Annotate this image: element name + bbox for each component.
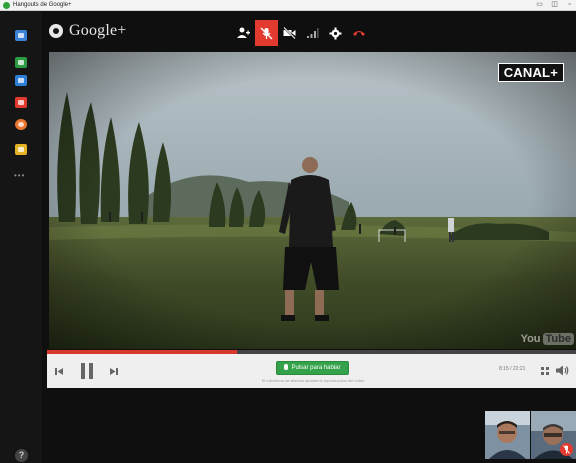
settings-icon [329, 27, 342, 40]
settings-button[interactable] [324, 20, 347, 46]
capture-icon[interactable] [15, 75, 27, 86]
microphone-muted-icon [563, 445, 570, 454]
close-button[interactable]: ▫ [564, 0, 575, 10]
video-frame [49, 52, 576, 349]
participant-1-video [485, 411, 530, 459]
playback-time: 8:15 / 22:21 [499, 366, 526, 372]
participant-thumbnail[interactable] [531, 411, 576, 459]
pause-icon[interactable] [80, 363, 94, 379]
photos-icon[interactable] [15, 144, 27, 155]
youtube-watermark[interactable]: You Tube [521, 333, 574, 345]
video-player[interactable]: CANAL+ You Tube [49, 52, 576, 349]
screenshare-icon[interactable] [15, 57, 27, 68]
end-call-icon [353, 31, 365, 36]
hangouts-logo-icon [49, 24, 63, 38]
mute-microphone-button[interactable] [255, 20, 278, 46]
chat-icon[interactable] [15, 30, 27, 41]
apps-sidebar: ••• ? [0, 11, 42, 463]
brand-name: Google+ [69, 22, 127, 39]
participant-thumbnail[interactable] [485, 411, 530, 459]
previous-icon[interactable] [55, 367, 64, 376]
push-to-talk-label: Pulsar para hablar [291, 365, 341, 371]
effects-icon[interactable] [15, 119, 27, 130]
invite-people-icon [237, 27, 250, 38]
bandwidth-button[interactable] [301, 20, 324, 46]
youtube-icon[interactable] [15, 97, 27, 108]
window-title-bar: Hangouts de Google+ ▭ ◫ ▫ [0, 0, 576, 11]
camera-off-button[interactable] [278, 20, 301, 46]
hangouts-app-icon [3, 2, 10, 9]
help-button[interactable]: ? [15, 449, 28, 462]
channel-logo: CANAL+ [497, 63, 564, 82]
camera-off-icon [283, 27, 296, 39]
volume-icon[interactable] [556, 365, 569, 376]
next-icon[interactable] [109, 367, 118, 376]
microphone-muted-icon [260, 27, 273, 40]
youtube-watermark-tube: Tube [542, 333, 574, 345]
bandwidth-icon [307, 28, 319, 38]
push-to-talk-button[interactable]: Pulsar para hablar [276, 361, 349, 375]
call-controls [232, 20, 370, 46]
more-apps-button[interactable]: ••• [14, 171, 25, 180]
push-to-talk-hint: El micrófono se silencia durante la repr… [261, 378, 365, 383]
end-call-button[interactable] [347, 20, 370, 46]
youtube-watermark-you: You [520, 333, 541, 345]
google-plus-logo: Google+ [49, 20, 127, 42]
microphone-icon [284, 364, 289, 370]
participant-muted-badge [560, 443, 573, 456]
maximize-button[interactable]: ◫ [549, 0, 560, 10]
player-controls: Pulsar para hablar El micrófono se silen… [47, 354, 576, 388]
fit-to-window-icon[interactable] [541, 367, 549, 375]
hangouts-window: Hangouts de Google+ ▭ ◫ ▫ ••• ? Google+ [0, 0, 576, 463]
minimize-button[interactable]: ▭ [534, 0, 545, 10]
invite-people-button[interactable] [232, 20, 255, 46]
window-title: Hangouts de Google+ [13, 2, 72, 8]
